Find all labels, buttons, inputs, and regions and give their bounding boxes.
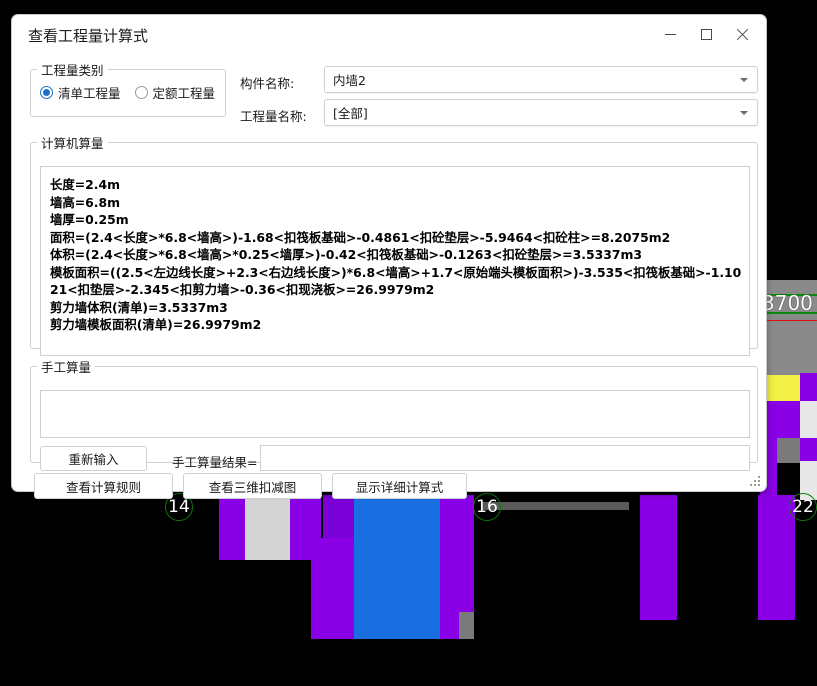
cad-axis-bubble-16: 16 (473, 493, 501, 521)
component-name-label: 构件名称: (240, 76, 295, 91)
component-name-value: 内墙2 (333, 73, 366, 88)
quantity-type-group: 工程量类别 清单工程量 定额工程量 (30, 60, 226, 117)
cad-small-gray-block (459, 612, 474, 639)
maximize-icon (700, 28, 712, 40)
quantity-name-combobox[interactable]: [全部] (324, 99, 758, 126)
cad-dimension-label: 3700 (762, 291, 813, 315)
calc-line: 墙厚=0.25m (50, 212, 129, 227)
close-button[interactable] (724, 19, 760, 49)
screen: 3700 14 16 22 查看工程量计算式 工程量类别 清单工程量 定额工程量… (0, 0, 817, 686)
radio-list-quantity[interactable]: 清单工程量 (40, 83, 121, 102)
cad-wall-d (640, 495, 677, 620)
cad-panel-light (245, 495, 290, 560)
cad-column-over-beam (800, 373, 817, 401)
cad-wall-a (219, 495, 245, 560)
quantity-type-options: 清单工程量 定额工程量 (31, 79, 225, 102)
resize-grip[interactable] (750, 476, 761, 487)
view-quantity-formula-dialog: 查看工程量计算式 工程量类别 清单工程量 定额工程量 构件名称: 内墙2 工程量… (11, 14, 767, 499)
cad-axis-bubble-22: 22 (789, 493, 817, 521)
calc-line: 长度=2.4m (50, 177, 121, 192)
view-calc-rules-button[interactable]: 查看计算规则 (34, 473, 173, 499)
computer-calc-textarea[interactable]: 长度=2.4m 墙高=6.8m 墙厚=0.25m 面积=(2.4<长度>*6.8… (40, 166, 750, 356)
cad-slab-blue (354, 495, 440, 639)
window-controls (652, 19, 760, 49)
computer-calc-legend: 计算机算量 (41, 136, 104, 151)
chevron-down-icon[interactable] (740, 110, 748, 115)
calc-line: 墙高=6.8m (50, 194, 121, 210)
reinput-button[interactable]: 重新输入 (40, 446, 147, 471)
close-icon (736, 28, 749, 41)
calc-line: 剪力墙体积(清单)=3.5337m3 (50, 299, 228, 315)
cad-beam-gray (481, 502, 629, 510)
calc-line: 体积=(2.4<长度>*6.8<墙高>*0.25<墙厚>)-0.42<扣筏板基础… (50, 247, 642, 262)
radio-list-quantity-dot[interactable] (40, 86, 53, 99)
manual-calc-input[interactable] (40, 390, 750, 438)
radio-norm-quantity-dot[interactable] (134, 86, 148, 99)
manual-result-input[interactable] (260, 445, 750, 471)
dialog-title: 查看工程量计算式 (28, 27, 149, 45)
cad-grid-line-red (760, 320, 817, 321)
minimize-icon (664, 33, 676, 35)
calc-line: 模板面积=((2.5<左边线长度>+2.3<右边线长度>)*6.8<墙高>+1.… (50, 264, 742, 298)
cad-wall-e (758, 495, 795, 620)
view-3d-deduction-button[interactable]: 查看三维扣减图 (183, 473, 322, 499)
computer-calc-group: 计算机算量 长度=2.4m 墙高=6.8m 墙厚=0.25m 面积=(2.4<长… (30, 133, 758, 356)
manual-calc-group: 手工算量 重新输入 手工算量结果= (30, 357, 758, 471)
minimize-button[interactable] (652, 19, 688, 49)
quantity-type-legend: 工程量类别 (41, 63, 104, 78)
radio-norm-quantity[interactable]: 定额工程量 (134, 83, 216, 102)
chevron-down-icon[interactable] (740, 77, 748, 82)
calc-line: 剪力墙模板面积(清单)=26.9979m2 (50, 317, 262, 332)
dialog-titlebar[interactable]: 查看工程量计算式 (12, 15, 766, 56)
manual-result-label: 手工算量结果= (172, 455, 258, 470)
calc-line: 面积=(2.4<长度>*6.8<墙高>)-1.68<扣筏板基础>-0.4861<… (50, 229, 671, 245)
radio-norm-quantity-label: 定额工程量 (152, 86, 216, 101)
manual-calc-legend: 手工算量 (41, 360, 92, 375)
maximize-button[interactable] (688, 19, 724, 49)
show-detailed-formula-button[interactable]: 显示详细计算式 (332, 473, 467, 499)
quantity-name-value: [全部] (333, 106, 368, 121)
component-name-combobox[interactable]: 内墙2 (324, 66, 758, 93)
radio-list-quantity-label: 清单工程量 (58, 86, 121, 101)
cad-wall-left-vertical (311, 538, 354, 639)
quantity-name-label: 工程量名称: (240, 109, 307, 124)
cad-shadow-right (777, 438, 800, 463)
